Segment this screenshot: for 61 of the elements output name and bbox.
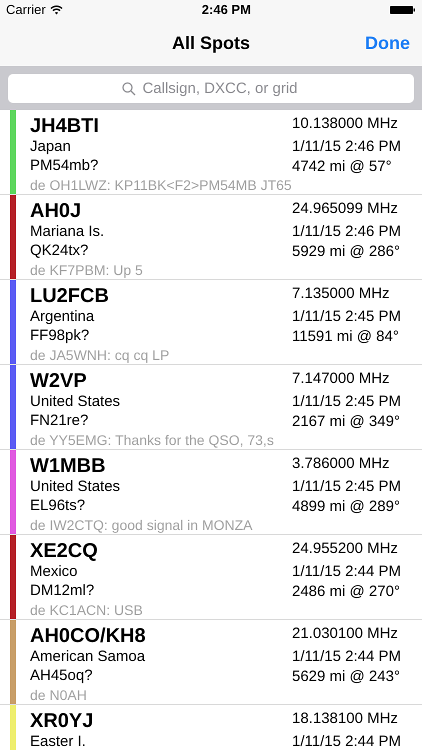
frequency: 24.965099 MHz (292, 200, 398, 218)
frequency: 21.030100 MHz (292, 625, 398, 643)
spot-time: 1/11/15 2:44 PM (292, 563, 401, 581)
frequency: 7.147000 MHz (292, 370, 390, 388)
callsign: W2VP (30, 369, 87, 393)
callsign: JH4BTI (30, 114, 99, 138)
spot-comment: de YY5EMG: Thanks for the QSO, 73,s (30, 431, 274, 449)
country: Easter I. (30, 733, 86, 750)
spot-comment: de JA5WNH: cq cq LP (30, 346, 170, 364)
distance-bearing: 4742 mi @ 57° (292, 158, 392, 176)
search-field[interactable]: Callsign, DXCC, or grid (8, 74, 414, 102)
country: Mariana Is. (30, 223, 104, 241)
callsign: XR0YJ (30, 709, 94, 733)
country: Japan (30, 138, 71, 156)
spot-comment: de N0AH (30, 686, 87, 704)
country: United States (30, 478, 120, 496)
spot-comment: de OH1LWZ: KP11BK<F2>PM54MB JT65 (30, 176, 292, 194)
grid-locator: FF98pk? (30, 327, 90, 345)
grid-locator: EL96ts? (30, 497, 86, 515)
spot-time: 1/11/15 2:44 PM (292, 733, 401, 750)
grid-locator: QK24tx? (30, 242, 88, 260)
distance-bearing: 11591 mi @ 84° (292, 328, 399, 346)
spot-time: 1/11/15 2:46 PM (292, 223, 401, 241)
spot-time: 1/11/15 2:45 PM (292, 478, 401, 496)
spot-comment: de IW2CTQ: good signal in MONZA (30, 516, 253, 534)
spot-time: 1/11/15 2:46 PM (292, 138, 401, 156)
frequency: 24.955200 MHz (292, 540, 398, 558)
callsign: XE2CQ (30, 539, 98, 563)
spot-time: 1/11/15 2:44 PM (292, 648, 401, 666)
spot-comment: de KC1ACN: USB (30, 601, 143, 619)
callsign: LU2FCB (30, 284, 109, 308)
grid-locator: PM54mb? (30, 157, 98, 175)
callsign: W1MBB (30, 454, 106, 478)
wifi-icon (50, 5, 63, 15)
distance-bearing: 4899 mi @ 289° (292, 498, 400, 516)
battery-icon (390, 5, 416, 15)
clock: 2:46 PM (202, 1, 251, 20)
distance-bearing: 5629 mi @ 243° (292, 668, 400, 686)
distance-bearing: 5929 mi @ 286° (292, 243, 400, 261)
grid-locator: DM12ml? (30, 582, 94, 600)
search-icon (122, 82, 136, 96)
grid-locator: FN21re? (30, 412, 88, 430)
frequency: 7.135000 MHz (292, 285, 390, 303)
spot-time: 1/11/15 2:45 PM (292, 308, 401, 326)
screen-title: All Spots (172, 32, 250, 55)
spot-time: 1/11/15 2:45 PM (292, 393, 401, 411)
country: United States (30, 393, 120, 411)
grid-locator: AH45oq? (30, 667, 93, 685)
country: American Samoa (30, 648, 146, 666)
distance-bearing: 2486 mi @ 270° (292, 583, 400, 601)
frequency: 18.138100 MHz (292, 710, 398, 728)
spot-comment: de KF7PBM: Up 5 (30, 261, 143, 279)
distance-bearing: 2167 mi @ 349° (292, 413, 400, 431)
frequency: 3.786000 MHz (292, 455, 390, 473)
callsign: AH0CO/KH8 (30, 624, 146, 648)
country: Argentina (30, 308, 94, 326)
country: Mexico (30, 563, 78, 581)
frequency: 10.138000 MHz (292, 115, 398, 133)
callsign: AH0J (30, 199, 82, 223)
done-button[interactable]: Done (365, 30, 410, 56)
carrier-label: Carrier (6, 1, 46, 20)
